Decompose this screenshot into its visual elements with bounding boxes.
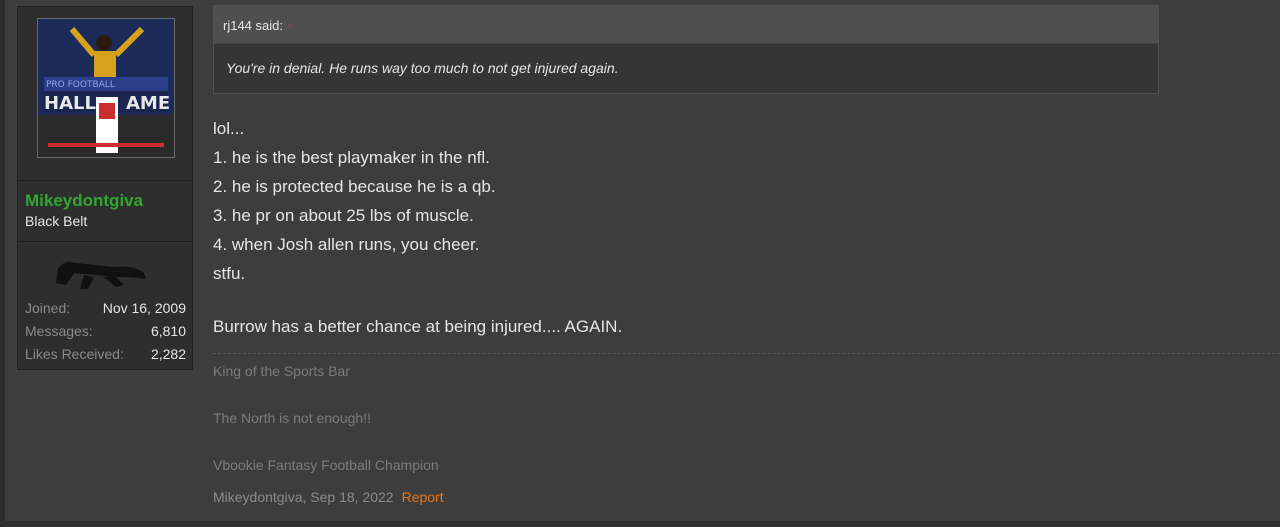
signature-line: The North is not enough!! [213, 410, 371, 426]
message-line: 3. he pr on about 25 lbs of muscle. [213, 206, 474, 225]
svg-text:HALL: HALL [44, 93, 96, 114]
message-line: Burrow has a better chance at being inju… [213, 317, 623, 336]
stat-label: Messages: [25, 323, 93, 339]
post-author-date[interactable]: Mikeydontgiva, Sep 18, 2022 [213, 489, 394, 505]
stat-value[interactable]: 6,810 [151, 323, 186, 339]
stat-likes: Likes Received: 2,282 [25, 346, 186, 362]
signature-line: Vbookie Fantasy Football Champion [213, 457, 439, 473]
quote-text: You're in denial. He runs way too much t… [226, 60, 619, 76]
message-line: lol... [213, 119, 245, 138]
jump-to-quote-icon[interactable]: ↑ [287, 21, 293, 33]
stat-joined: Joined: Nov 16, 2009 [25, 300, 186, 316]
stat-messages: Messages: 6,810 [25, 323, 186, 339]
left-edge [0, 0, 5, 527]
svg-text:PRO FOOTBALL: PRO FOOTBALL [46, 80, 115, 90]
stat-value: Nov 16, 2009 [102, 300, 186, 316]
message-line: stfu. [213, 264, 246, 283]
message-line: 4. when Josh allen runs, you cheer. [213, 235, 480, 254]
message-line: 1. he is the best playmaker in the nfl. [213, 148, 490, 167]
black-belt-icon [54, 257, 150, 296]
signature-line: King of the Sports Bar [213, 363, 350, 379]
user-info-panel: PRO FOOTBALL HALL AME Mikeydontgiva Blac… [17, 6, 193, 370]
message-line: 2. he is protected because he is a qb. [213, 177, 496, 196]
stat-label: Joined: [25, 300, 71, 316]
username[interactable]: Mikeydontgiva [25, 191, 143, 211]
divider [18, 180, 192, 181]
message-body: lol... 1. he is the best playmaker in th… [213, 114, 496, 288]
quote-block: rj144 said: ↑ You're in denial. He runs w… [213, 5, 1159, 94]
signature-divider [213, 353, 1280, 354]
avatar[interactable]: PRO FOOTBALL HALL AME [37, 18, 175, 158]
post-meta: Mikeydontgiva, Sep 18, 2022 Report [213, 489, 444, 505]
svg-text:AME: AME [126, 93, 170, 114]
report-link[interactable]: Report [402, 489, 444, 505]
quote-author[interactable]: rj144 said: [223, 18, 283, 33]
bottom-border [0, 521, 1280, 527]
quote-header: rj144 said: ↑ [214, 6, 1158, 44]
stat-label: Likes Received: [25, 346, 124, 362]
user-title: Black Belt [25, 213, 88, 229]
divider [18, 241, 192, 242]
stat-value: 2,282 [150, 346, 186, 362]
